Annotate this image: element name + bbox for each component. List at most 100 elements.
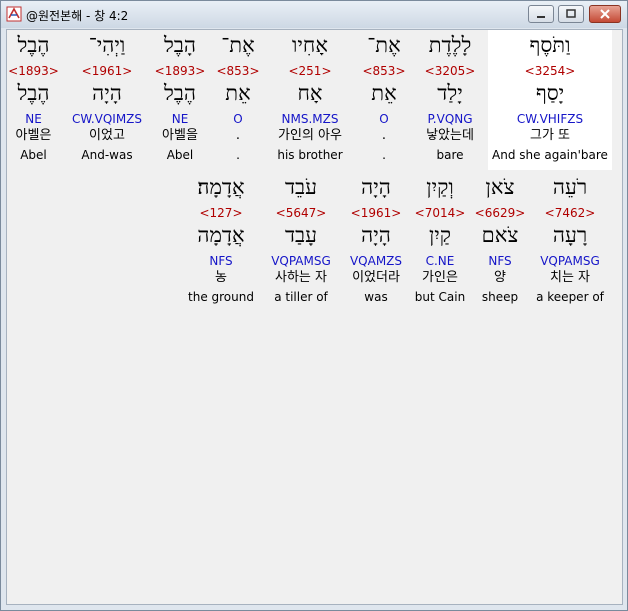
hebrew-word: הָיָה (361, 175, 391, 199)
parse-code: VQPAMSG (271, 254, 331, 268)
hebrew-word: וַיְהִי־ (88, 33, 126, 57)
hebrew-word: אֶת־ (221, 33, 255, 57)
strong-number[interactable]: <1961> (64, 63, 150, 79)
english-gloss: the ground (188, 290, 254, 304)
hebrew-root: הֶבֶל (17, 81, 50, 105)
word-cell[interactable]: הֶבֶל <1893> הֶבֶל NE 아벨은 Abel (7, 30, 65, 170)
hebrew-word: הָבֶל (163, 33, 197, 57)
hebrew-root: עָבַד (284, 223, 318, 247)
parse-code: NFS (488, 254, 512, 268)
hebrew-word: אֲדָמָה׃ (197, 175, 245, 199)
hebrew-word: אֶת־ (367, 33, 401, 57)
strong-number[interactable]: <251> (264, 63, 356, 79)
hebrew-root: אֲדָמָה (197, 223, 245, 247)
hebrew-root: הָיָה (361, 223, 391, 247)
english-gloss: And she again'bare (492, 148, 608, 162)
app-window: @원전본해 - 창 4:2 הֶבֶל <1893> הֶבֶל NE 아벨은 … (0, 0, 628, 611)
hebrew-word: וְקַיִן (426, 175, 454, 199)
word-cell[interactable]: אֶת־ <853> אֵת O . . (210, 30, 266, 170)
parse-code: O (233, 112, 243, 126)
hebrew-word: הֶבֶל (17, 33, 50, 57)
korean-gloss: 양 (494, 270, 506, 285)
korean-gloss: 이었고 (89, 128, 125, 143)
korean-gloss: 아벨을 (162, 128, 198, 143)
window-title: @원전본해 - 창 4:2 (26, 9, 129, 23)
word-cell[interactable]: הָבֶל <1893> הֶבֶל NE 아벨을 Abel (148, 30, 212, 170)
korean-gloss: 낳았는데 (426, 128, 474, 143)
parse-code: VQPAMSG (540, 254, 600, 268)
parse-code: NFS (209, 254, 233, 268)
hebrew-root: יָלַד (437, 81, 463, 105)
korean-gloss: 치는 자 (549, 270, 590, 285)
close-icon (600, 9, 610, 19)
book-icon (6, 6, 22, 22)
hebrew-root: אֵת (225, 81, 251, 105)
english-gloss: sheep (481, 290, 519, 304)
parse-code: CW.VHIFZS (516, 112, 584, 126)
interlinear-panel[interactable]: הֶבֶל <1893> הֶבֶל NE 아벨은 Abel וַיְהִי־ … (6, 29, 623, 605)
word-cell-selected[interactable]: וַתֹּסֶף <3254> יָסַף CW.VHIFZS 그가 또 And… (488, 30, 612, 170)
hebrew-root: אָח (297, 81, 323, 105)
parse-code: NMS.MZS (281, 112, 339, 126)
strong-number[interactable]: <853> (210, 63, 266, 79)
word-cell[interactable]: אֶת־ <853> אֵת O . . (354, 30, 414, 170)
strong-number[interactable]: <3254> (488, 63, 612, 79)
maximize-button[interactable] (558, 5, 584, 23)
parse-code: P.VQNG (427, 112, 473, 126)
strong-number[interactable]: <5647> (260, 205, 342, 221)
minimize-icon (537, 16, 545, 18)
korean-gloss: 가인은 (422, 270, 458, 285)
minimize-button[interactable] (528, 5, 554, 23)
strong-number[interactable]: <853> (354, 63, 414, 79)
korean-gloss: . (235, 128, 241, 143)
korean-gloss: 이었더라 (352, 270, 400, 285)
strong-number[interactable]: <7014> (410, 205, 470, 221)
word-cell[interactable]: עֹבֵד <5647> עָבַד VQPAMSG 사하는 자 a tille… (260, 172, 342, 312)
english-gloss: Abel (166, 148, 194, 162)
parse-code: NE (171, 112, 189, 126)
english-gloss: And-was (81, 148, 133, 162)
strong-number[interactable]: <1961> (338, 205, 414, 221)
hebrew-root: יָסַף (535, 81, 565, 105)
word-cell[interactable]: רֹעֵה <7462> רָעָה VQPAMSG 치는 자 a keeper… (530, 172, 610, 312)
word-cell[interactable]: אֲדָמָה׃ <127> אֲדָמָה NFS 농 the ground (178, 172, 264, 312)
hebrew-root: קַיִן (428, 223, 452, 247)
korean-gloss: 사하는 자 (275, 270, 327, 285)
english-gloss: was (364, 290, 388, 304)
maximize-icon (566, 9, 576, 18)
word-cell[interactable]: לָלֶדֶת <3205> יָלַד P.VQNG 낳았는데 bare (412, 30, 488, 170)
strong-number[interactable]: <7462> (530, 205, 610, 221)
korean-gloss: 그가 또 (529, 128, 570, 143)
hebrew-root: צֹאם (481, 223, 519, 247)
strong-number[interactable]: <127> (178, 205, 264, 221)
hebrew-root: הֶבֶל (163, 81, 197, 105)
strong-number[interactable]: <3205> (412, 63, 488, 79)
english-gloss: a keeper of (536, 290, 604, 304)
strong-number[interactable]: <6629> (468, 205, 532, 221)
close-button[interactable] (589, 5, 621, 23)
korean-gloss: 농 (215, 270, 227, 285)
word-cell[interactable]: אָחִיו <251> אָח NMS.MZS 가인의 아우 his brot… (264, 30, 356, 170)
hebrew-root: הָיָה (92, 81, 122, 105)
word-cell[interactable]: הָיָה <1961> הָיָה VQAMZS 이었더라 was (338, 172, 414, 312)
english-gloss: Abel (20, 148, 47, 162)
hebrew-word: עֹבֵד (284, 175, 318, 199)
english-gloss: a tiller of (274, 290, 328, 304)
parse-code: CW.VQIMZS (71, 112, 143, 126)
word-cell[interactable]: צֹאן <6629> צֹאם NFS 양 sheep (468, 172, 532, 312)
english-gloss: his brother (277, 148, 343, 162)
english-gloss: but Cain (414, 290, 466, 304)
english-gloss: bare (436, 148, 464, 162)
hebrew-word: צֹאן (485, 175, 515, 199)
word-cell[interactable]: וַיְהִי־ <1961> הָיָה CW.VQIMZS 이었고 And-… (64, 30, 150, 170)
title-bar[interactable]: @원전본해 - 창 4:2 (1, 1, 627, 28)
hebrew-word: אָחִיו (292, 33, 328, 57)
hebrew-word: רֹעֵה (552, 175, 588, 199)
hebrew-root: אֵת (371, 81, 397, 105)
hebrew-root: רָעָה (552, 223, 588, 247)
parse-code: O (379, 112, 389, 126)
strong-number[interactable]: <1893> (148, 63, 212, 79)
english-gloss: . (382, 148, 386, 162)
strong-number[interactable]: <1893> (7, 63, 65, 79)
word-cell[interactable]: וְקַיִן <7014> קַיִן C.NE 가인은 but Cain (410, 172, 470, 312)
